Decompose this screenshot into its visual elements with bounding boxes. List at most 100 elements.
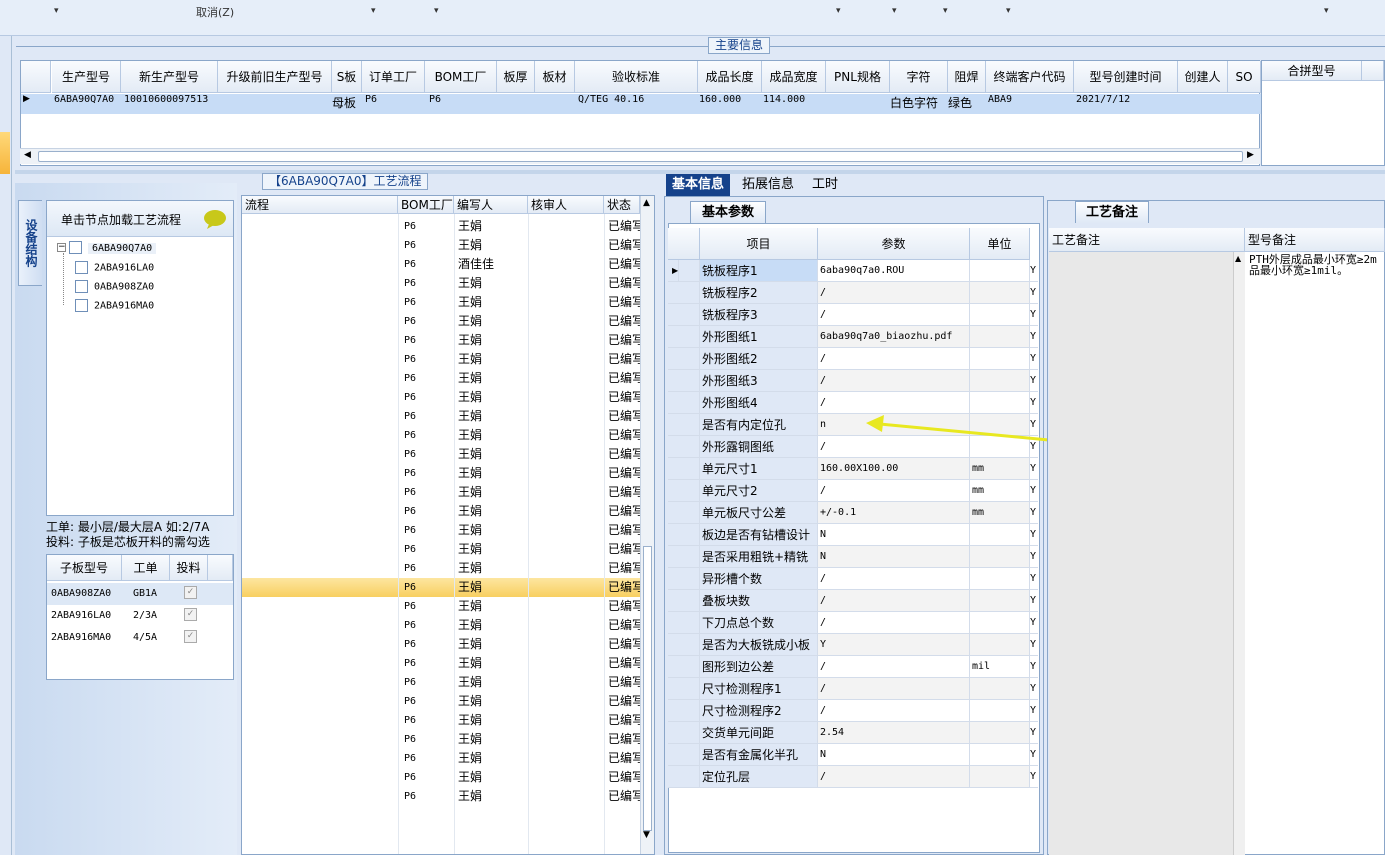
flow-row[interactable]: 外观检查 P6 王娟 已编写 (242, 654, 640, 673)
feed-checkbox[interactable]: ✓ (184, 586, 197, 599)
flow-row[interactable]: 阻焊塞孔 P6 酒佳佳 已编写 (242, 255, 640, 274)
tab-equipment-structure[interactable]: 设备结构 (18, 200, 42, 286)
row-selector[interactable] (668, 612, 700, 634)
horizontal-scrollbar[interactable]: ◀ ▶ (20, 148, 1260, 164)
tree-root[interactable]: − 6ABA90Q7A0 (57, 241, 157, 254)
param-value[interactable]: 6aba90q7a0_biaozhu.pdf (818, 326, 970, 348)
flow-row[interactable]: 成品清洗 P6 王娟 已编写 (242, 597, 640, 616)
row-selector[interactable] (668, 458, 700, 480)
dropdown-arrow-icon[interactable]: ▾ (1006, 6, 1011, 16)
col-header[interactable]: 参数 (818, 228, 970, 260)
flow-row[interactable]: 内包装 P6 王娟 已编写 (242, 711, 640, 730)
dropdown-arrow-icon[interactable]: ▾ (54, 6, 59, 16)
col-header[interactable]: 核审人 (528, 196, 604, 214)
param-value[interactable]: / (818, 304, 970, 326)
dropdown-arrow-icon[interactable]: ▾ (836, 6, 841, 16)
flow-row[interactable]: 显影 P6 王娟 已编写 (242, 331, 640, 350)
col-header[interactable]: 成品长度 (698, 61, 762, 93)
col-header[interactable]: 流程 (242, 196, 398, 214)
node-checkbox[interactable] (75, 280, 88, 293)
col-header[interactable]: 型号创建时间 (1074, 61, 1178, 93)
row-selector[interactable] (668, 304, 700, 326)
node-checkbox[interactable] (69, 241, 82, 254)
flow-row[interactable]: 预烘 P6 王娟 已编写 (242, 293, 640, 312)
flow-row[interactable]: 出库 P6 王娟 已编写 (242, 787, 640, 806)
col-header[interactable]: 状态 (604, 196, 640, 214)
param-row[interactable]: 板边是否有钻槽设计 N Y (668, 524, 1038, 546)
dropdown-arrow-icon[interactable]: ▾ (1324, 6, 1329, 16)
dropdown-arrow-icon[interactable]: ▾ (434, 6, 439, 16)
col-header[interactable]: SO (1228, 61, 1261, 93)
row-selector[interactable] (668, 678, 700, 700)
param-row[interactable]: 外形图纸1 6aba90q7a0_biaozhu.pdf Y (668, 326, 1038, 348)
col-header[interactable]: 工艺备注 (1049, 228, 1245, 252)
tab-basic-info[interactable]: 基本信息 (666, 174, 731, 196)
row-selector[interactable] (668, 722, 700, 744)
col-header[interactable]: 升级前旧生产型号 (218, 61, 332, 93)
flow-row[interactable]: 丝印 P6 王娟 已编写 (242, 274, 640, 293)
param-row[interactable]: 是否采用粗铣+精铣 N Y (668, 546, 1038, 568)
table-row[interactable]: ▶ 6ABA90Q7A0 10010600097513 母板 P6 P6 Q/T… (21, 94, 1261, 114)
subtab-basic-params[interactable]: 基本参数 (690, 201, 766, 223)
tree-node[interactable]: 0ABA908ZA0 (75, 280, 154, 293)
param-value[interactable]: / (818, 348, 970, 370)
param-value[interactable]: Y (818, 634, 970, 656)
param-value[interactable]: / (818, 480, 970, 502)
col-header[interactable]: 成品宽度 (762, 61, 826, 93)
subtab-process-notes[interactable]: 工艺备注 (1075, 201, 1149, 223)
dropdown-arrow-icon[interactable]: ▾ (371, 6, 376, 16)
col-header[interactable]: 项目 (700, 228, 818, 260)
row-selector[interactable] (668, 568, 700, 590)
param-value[interactable]: N (818, 546, 970, 568)
param-row[interactable]: 单元板尺寸公差 +/-0.1 mm Y (668, 502, 1038, 524)
param-value[interactable]: / (818, 766, 970, 788)
flow-row[interactable]: 喷砂 P6 王娟 已编写 (242, 426, 640, 445)
flow-row[interactable]: −包装 P6 王娟 已编写 (242, 692, 640, 711)
flow-row[interactable]: 沉金 P6 王娟 已编写 (242, 464, 640, 483)
row-selector[interactable] (668, 634, 700, 656)
param-value[interactable]: / (818, 590, 970, 612)
flow-row[interactable]: 终固化 P6 王娟 已编写 (242, 388, 640, 407)
flow-row[interactable]: 入库 P6 王娟 已编写 (242, 749, 640, 768)
flow-row[interactable]: 铣板 P6 王娟 已编写 (242, 578, 640, 597)
dropdown-arrow-icon[interactable]: ▾ (943, 6, 948, 16)
param-row[interactable]: 图形到边公差 / mil Y (668, 656, 1038, 678)
param-row[interactable]: 异形槽个数 / Y (668, 568, 1038, 590)
flow-row[interactable]: −沉金 P6 王娟 已编写 (242, 407, 640, 426)
param-row[interactable]: 尺寸检测程序1 / Y (668, 678, 1038, 700)
col-header[interactable]: 单位 (970, 228, 1030, 260)
tree-node[interactable]: 2ABA916MA0 (75, 299, 154, 312)
col-header[interactable]: BOM工厂 (425, 61, 497, 93)
scroll-left-icon[interactable]: ◀ (24, 150, 31, 160)
col-header[interactable]: 创建人 (1178, 61, 1228, 93)
param-row[interactable]: 单元尺寸1 160.00X100.00 mm Y (668, 458, 1038, 480)
param-row[interactable]: 是否为大板铣成小板 Y Y (668, 634, 1038, 656)
col-header[interactable]: 合拼型号 (1262, 61, 1362, 81)
flow-row[interactable]: −终检 P6 王娟 已编写 (242, 616, 640, 635)
param-value[interactable]: 160.00X100.00 (818, 458, 970, 480)
flow-row[interactable]: 阻抗测试 P6 王娟 已编写 (242, 521, 640, 540)
row-selector[interactable] (668, 502, 700, 524)
col-header[interactable]: 编写人 (454, 196, 528, 214)
flow-row[interactable]: −字符 P6 王娟 已编写 (242, 350, 640, 369)
process-note-cell[interactable] (1049, 252, 1233, 855)
scroll-right-icon[interactable]: ▶ (1247, 150, 1254, 160)
row-selector[interactable] (668, 414, 700, 436)
node-checkbox[interactable] (75, 261, 88, 274)
param-value[interactable]: / (818, 370, 970, 392)
flow-row[interactable]: 外包装 P6 王娟 已编写 (242, 768, 640, 787)
col-header[interactable]: 生产型号 (52, 61, 121, 93)
row-selector[interactable]: ▶ (668, 260, 700, 282)
flow-row[interactable]: 水洗烘干 P6 王娟 已编写 (242, 483, 640, 502)
param-value[interactable]: / (818, 282, 970, 304)
table-row[interactable]: 2ABA916LA0 2/3A ✓ (47, 605, 233, 627)
param-value[interactable]: / (818, 612, 970, 634)
feed-checkbox[interactable]: ✓ (184, 630, 197, 643)
col-header[interactable]: 订单工厂 (362, 61, 425, 93)
collapse-icon[interactable]: − (57, 243, 66, 252)
row-selector[interactable] (668, 700, 700, 722)
vertical-scrollbar[interactable]: ▲ ▼ (640, 196, 654, 854)
feed-checkbox[interactable]: ✓ (184, 608, 197, 621)
param-row[interactable]: 下刀点总个数 / Y (668, 612, 1038, 634)
param-value[interactable]: / (818, 568, 970, 590)
